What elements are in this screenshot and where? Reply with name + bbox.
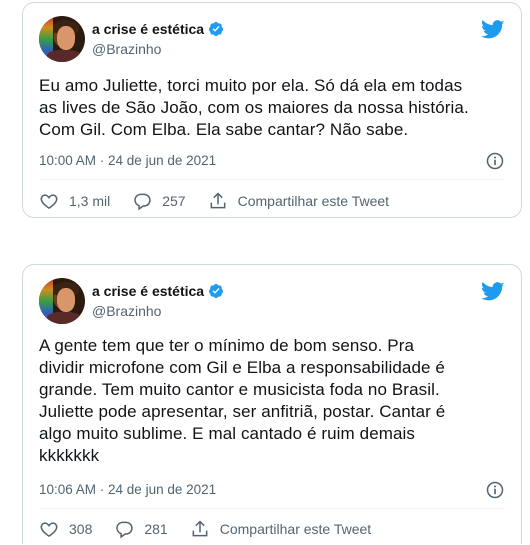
avatar[interactable] [39, 278, 85, 324]
reply-icon [116, 521, 134, 539]
share-label: Compartilhar este Tweet [237, 193, 390, 209]
like-button[interactable]: 1,3 mil [39, 191, 110, 211]
divider [39, 179, 505, 180]
share-label: Compartilhar este Tweet [219, 521, 372, 537]
reply-count: 257 [162, 193, 186, 209]
display-name[interactable]: a crise é estética [92, 21, 204, 37]
verified-icon [209, 22, 224, 36]
reply-icon [134, 193, 151, 211]
heart-icon [40, 522, 58, 537]
reply-button[interactable]: 257 [132, 191, 186, 211]
share-icon [210, 192, 226, 209]
timestamp[interactable]: 10:06 AM · 24 de jun de 2021 [39, 482, 216, 497]
avatar[interactable] [39, 16, 85, 62]
twitter-bird-icon[interactable] [481, 20, 505, 40]
like-count: 1,3 mil [69, 193, 111, 209]
handle[interactable]: @Brazinho [92, 303, 161, 319]
heart-icon [40, 194, 58, 209]
handle[interactable]: @Brazinho [92, 41, 161, 57]
like-count: 308 [69, 521, 93, 537]
reply-button[interactable]: 281 [114, 519, 168, 539]
twitter-bird-icon[interactable] [481, 282, 505, 302]
divider [39, 508, 505, 509]
tweet-text: A gente tem que ter o mínimo de bom sens… [39, 336, 446, 465]
share-button[interactable]: Compartilhar este Tweet [190, 519, 371, 539]
tweet-card[interactable]: a crise é estética @Brazinho A gente tem… [22, 264, 522, 544]
share-button[interactable]: Compartilhar este Tweet [208, 191, 389, 211]
like-button[interactable]: 308 [39, 519, 92, 539]
info-icon[interactable] [485, 151, 505, 171]
info-icon[interactable] [485, 480, 505, 500]
display-name[interactable]: a crise é estética [92, 283, 204, 299]
verified-icon [209, 284, 224, 298]
share-icon [192, 520, 208, 537]
reply-count: 281 [144, 521, 168, 537]
tweet-text: Eu amo Juliette, torci muito por ela. Só… [39, 76, 469, 139]
timestamp[interactable]: 10:00 AM · 24 de jun de 2021 [39, 153, 216, 168]
tweet-card[interactable]: a crise é estética @Brazinho Eu amo Juli… [22, 2, 522, 218]
